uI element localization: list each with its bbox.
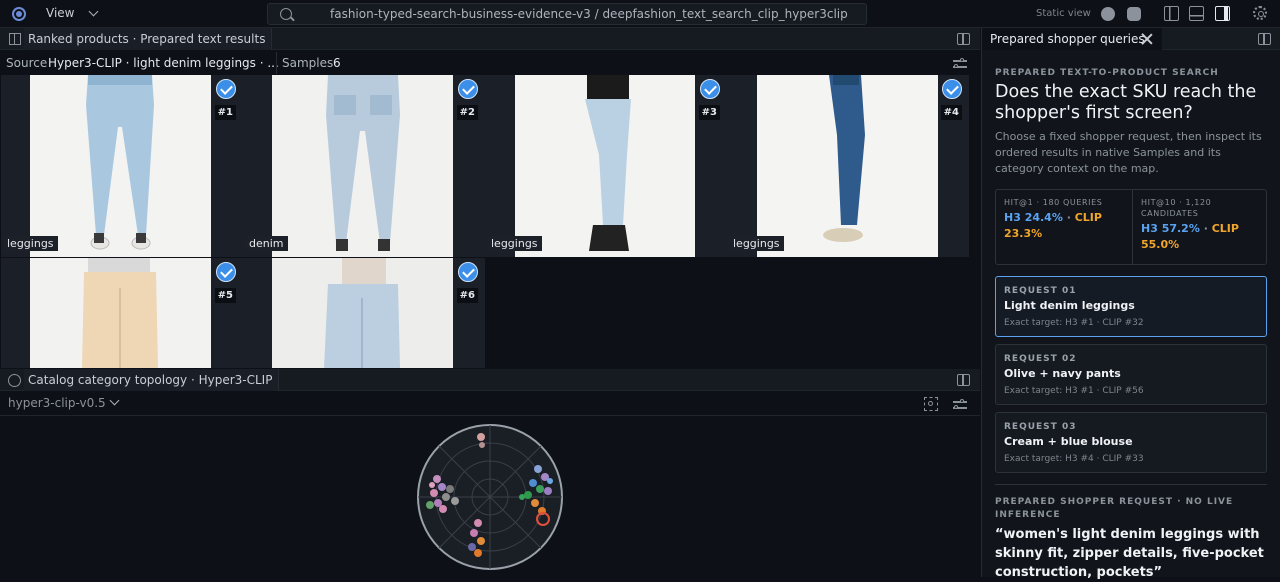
category-tag: leggings — [729, 236, 784, 251]
map-panel-header: Catalog category topology · Hyper3-CLIP — [0, 369, 980, 391]
model-select[interactable]: hyper3-clip-v0.5 — [8, 396, 106, 410]
map-toolbar: hyper3-clip-v0.5 — [0, 392, 980, 416]
product-image — [30, 258, 211, 368]
polar-grid — [417, 424, 563, 570]
request-card-01[interactable]: REQUEST 01 Light denim leggings Exact ta… — [995, 276, 1267, 337]
right-panel-tabbar: Prepared shopper queries — [982, 28, 1280, 50]
rank-badge: #6 — [456, 288, 478, 303]
panel-split-icon[interactable] — [1258, 33, 1271, 45]
static-view-label: Static view — [1036, 8, 1091, 19]
source-bar: Source Hyper3-CLIP · light denim legging… — [0, 52, 980, 74]
results-panel-title[interactable]: Ranked products · Prepared text results — [24, 28, 273, 50]
embedding-map-icon — [8, 374, 21, 387]
metric-h3-value: H3 24.4% — [1004, 211, 1063, 224]
sliders-icon[interactable] — [953, 398, 967, 411]
category-tag: denim — [245, 236, 288, 251]
product-image — [272, 258, 453, 368]
request-title: Olive + navy pants — [1004, 367, 1121, 380]
request-target: Exact target: H3 #4 · CLIP #33 — [1004, 454, 1144, 464]
sample-tile[interactable]: leggings #4 — [727, 75, 969, 257]
dataset-search-input[interactable]: fashion-typed-search-business-evidence-v… — [267, 3, 867, 25]
metric-h3-value: H3 57.2% — [1141, 222, 1200, 235]
product-image — [272, 75, 453, 257]
product-image — [515, 75, 695, 257]
sample-tile[interactable]: #6 — [243, 258, 485, 368]
request-number: REQUEST 03 — [1004, 422, 1077, 432]
panel-heading: Does the exact SKU reach the shopper's f… — [995, 82, 1257, 123]
source-value[interactable]: Hyper3-CLIP · light denim leggings · ... — [48, 56, 279, 70]
tab-prepared-shopper-queries[interactable]: Prepared shopper queries — [982, 28, 1162, 50]
sample-tile[interactable]: denim #2 — [243, 75, 485, 257]
bottom-panel-toggle-icon[interactable] — [1189, 6, 1204, 21]
selected-check-icon[interactable] — [700, 79, 720, 99]
category-tag: leggings — [487, 236, 542, 251]
github-icon[interactable] — [1101, 7, 1115, 21]
tab-label: Prepared shopper queries — [990, 32, 1145, 46]
request-number: REQUEST 01 — [1004, 286, 1077, 296]
request-card-03[interactable]: REQUEST 03 Cream + blue blouse Exact tar… — [995, 412, 1267, 473]
category-topology-map[interactable] — [0, 417, 980, 577]
selected-check-icon[interactable] — [216, 262, 236, 282]
samples-count: 6 — [333, 56, 341, 70]
selected-check-icon[interactable] — [458, 262, 478, 282]
panel-split-icon[interactable] — [957, 374, 970, 386]
map-panel-title[interactable]: Catalog category topology · Hyper3-CLIP — [24, 369, 280, 391]
request-number: REQUEST 02 — [1004, 354, 1077, 364]
request-card-02[interactable]: REQUEST 02 Olive + navy pants Exact targ… — [995, 344, 1267, 405]
rank-badge: #3 — [698, 105, 720, 120]
selected-check-icon[interactable] — [216, 79, 236, 99]
rank-badge: #5 — [214, 288, 236, 303]
app-logo-icon[interactable] — [12, 7, 26, 21]
selected-check-icon[interactable] — [942, 79, 962, 99]
request-target: Exact target: H3 #1 · CLIP #32 — [1004, 318, 1144, 328]
panel-split-icon[interactable] — [957, 33, 970, 45]
rank-badge: #2 — [456, 105, 478, 120]
view-menu-label: View — [46, 6, 75, 20]
request-title: Light denim leggings — [1004, 299, 1135, 312]
divider — [276, 52, 277, 74]
metric-label: HIT@10 · 1,120 CANDIDATES — [1141, 198, 1212, 218]
right-panel: Prepared shopper queries PREPARED TEXT-T… — [981, 28, 1280, 580]
section-kicker: PREPARED TEXT-TO-PRODUCT SEARCH — [995, 68, 1219, 78]
panel-description: Choose a fixed shopper request, then ins… — [995, 130, 1262, 175]
dataset-path: fashion-typed-search-business-evidence-v… — [330, 7, 848, 21]
view-menu[interactable]: View — [46, 6, 99, 20]
metric-hit1: HIT@1 · 180 QUERIES H3 24.4% · CLIP 23.3… — [996, 190, 1132, 264]
product-image — [757, 75, 938, 257]
top-bar: View fashion-typed-search-business-evide… — [0, 0, 1280, 28]
sample-tile[interactable]: leggings #3 — [485, 75, 727, 257]
left-panel-toggle-icon[interactable] — [1164, 6, 1179, 21]
source-label: Source — [6, 56, 48, 70]
divider — [995, 484, 1267, 485]
rank-badge: #1 — [214, 105, 236, 120]
settings-gear-icon[interactable] — [1253, 6, 1267, 20]
chevron-down-icon — [89, 6, 99, 16]
request-target: Exact target: H3 #1 · CLIP #56 — [1004, 386, 1144, 396]
samples-label: Samples — [282, 56, 334, 70]
fit-view-icon[interactable] — [924, 397, 938, 411]
prepared-request-quote: “women's light denim leggings with skinn… — [995, 527, 1264, 580]
product-image — [30, 75, 211, 257]
rank-badge: #4 — [940, 105, 962, 120]
metrics-card: HIT@1 · 180 QUERIES H3 24.4% · CLIP 23.3… — [995, 189, 1267, 265]
prepared-request-kicker: PREPARED SHOPPER REQUEST · NO LIVE INFER… — [995, 497, 1234, 520]
request-title: Cream + blue blouse — [1004, 435, 1133, 448]
search-icon — [280, 8, 292, 20]
sample-tile[interactable]: leggings #1 — [1, 75, 243, 257]
category-tag: leggings — [3, 236, 58, 251]
right-panel-toggle-icon[interactable] — [1215, 6, 1230, 21]
sliders-icon[interactable] — [953, 57, 967, 70]
discord-icon[interactable] — [1127, 7, 1141, 21]
metric-label: HIT@1 · 180 QUERIES — [1004, 198, 1103, 207]
metric-hit10: HIT@10 · 1,120 CANDIDATES H3 57.2% · CLI… — [1132, 190, 1267, 264]
results-panel-header: Ranked products · Prepared text results — [0, 28, 980, 50]
sample-tile[interactable]: #5 — [1, 258, 243, 368]
chevron-down-icon[interactable] — [109, 395, 120, 406]
close-icon[interactable] — [1141, 33, 1153, 45]
grid-icon — [9, 33, 21, 45]
selected-check-icon[interactable] — [458, 79, 478, 99]
